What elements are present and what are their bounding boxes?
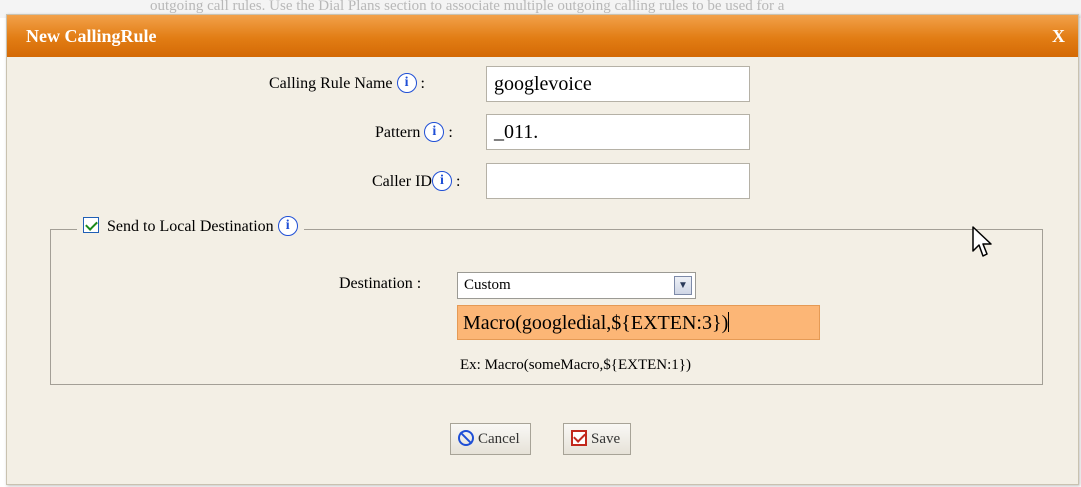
destination-label: Destination : [339, 275, 422, 292]
send-to-local-destination-label[interactable]: Send to Local Destination [107, 218, 274, 235]
destination-select[interactable]: Custom ▼ [457, 272, 696, 299]
custom-destination-hint: Ex: Macro(someMacro,${EXTEN:1}) [460, 357, 691, 373]
info-icon[interactable]: i [431, 171, 452, 191]
caller-id-input[interactable] [486, 163, 750, 199]
pattern-label: Pattern [375, 124, 421, 141]
calling-rule-name-label: Calling Rule Name [269, 75, 393, 92]
pattern-input[interactable]: _011. [486, 114, 750, 150]
label-colon: : [420, 75, 425, 92]
cancel-button[interactable]: Cancel [450, 423, 531, 455]
calling-rule-name-label-row: Calling Rule Name i : [269, 73, 425, 93]
send-to-local-destination-checkbox[interactable] [83, 217, 99, 233]
cancel-icon [458, 430, 474, 446]
label-colon: : [455, 173, 461, 190]
calling-rule-name-input[interactable]: googlevoice [486, 66, 750, 102]
save-button[interactable]: Save [563, 423, 632, 455]
dialog-title: New CallingRule [26, 26, 157, 46]
custom-destination-value: Macro(googledial,${EXTEN:3}) [463, 312, 729, 334]
custom-destination-input[interactable]: Macro(googledial,${EXTEN:3}) [457, 305, 820, 340]
close-button[interactable]: X [1052, 26, 1065, 47]
caller-id-label: Caller ID [372, 173, 432, 190]
new-calling-rule-dialog: New CallingRule X Calling Rule Name i : … [6, 14, 1079, 485]
destination-selected-value: Custom [464, 277, 511, 293]
save-label: Save [591, 431, 621, 447]
chevron-down-icon[interactable]: ▼ [674, 276, 692, 295]
cancel-label: Cancel [478, 431, 520, 447]
info-icon[interactable]: i [396, 73, 417, 93]
info-icon[interactable]: i [277, 216, 298, 236]
mouse-pointer-icon [972, 226, 992, 257]
dialog-titlebar: New CallingRule X [7, 15, 1078, 57]
pattern-label-row: Pattern i : [375, 122, 453, 142]
save-check-icon [571, 430, 587, 446]
text-caret [728, 312, 730, 332]
label-colon: : [448, 124, 453, 141]
local-destination-legend: Send to Local Destination i [77, 216, 304, 242]
info-icon[interactable]: i [424, 122, 445, 142]
caller-id-label-row: Caller ID i : [372, 171, 460, 191]
